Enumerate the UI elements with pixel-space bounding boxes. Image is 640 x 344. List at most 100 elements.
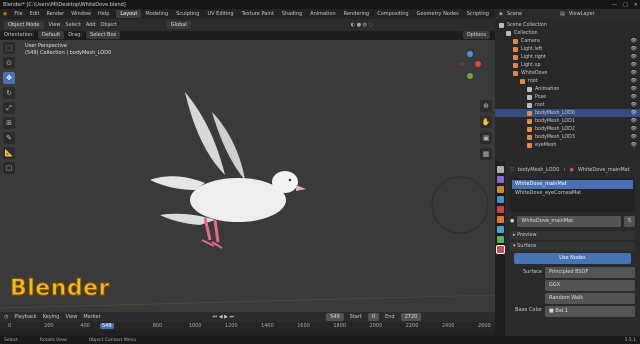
visibility-eye-icon[interactable]: 👁 [631,142,637,148]
menu-render[interactable]: Render [46,11,64,17]
menu-keying[interactable]: Keying [43,314,60,320]
zoom-icon[interactable]: ⊕ [480,100,492,112]
visibility-eye-icon[interactable]: 👁 [631,86,637,92]
outliner-row[interactable]: eyeMesh 👁 [495,141,640,149]
3d-viewport[interactable]: User Perspective (549) Collection | body… [0,40,495,312]
visibility-eye-icon[interactable]: 👁 [631,110,637,116]
world-tab-icon[interactable] [496,206,504,213]
preview-panel[interactable]: ▸ Preview [510,231,635,240]
outliner[interactable]: Scene Collection Collection Camera 👁 Light.l… [495,19,640,162]
outliner-row[interactable]: Scene Collection [495,21,640,29]
maximize-button[interactable]: □ [623,2,628,8]
modifier-tab-icon[interactable] [496,226,504,233]
viewlayer-selector[interactable]: ViewLayer [569,11,595,17]
orientation-dropdown[interactable]: Default [37,31,65,39]
outliner-row[interactable]: bodyMesh_LOD2 👁 [495,125,640,133]
menu-select[interactable]: Select [65,22,80,28]
camera-icon[interactable]: ▣ [480,132,492,144]
options-dropdown[interactable]: Options [462,31,490,39]
material-browse-icon[interactable]: ● [510,217,514,226]
shading-icons[interactable]: ◐ ● ◍ ◌ [351,22,373,28]
close-button[interactable]: ✕ [634,2,638,8]
scale-icon[interactable]: ⤢ [3,102,15,114]
scene-icon[interactable]: ◈ [499,11,503,17]
timeline-editor-icon[interactable]: ◷ [4,314,8,320]
scene-tab-icon[interactable] [496,196,504,203]
use-nodes-button[interactable]: Use Nodes [514,253,631,264]
workspace-tab[interactable]: Geometry Nodes [413,10,463,18]
outliner-row[interactable]: Camera 👁 [495,37,640,45]
workspace-tab[interactable]: Compositing [373,10,412,18]
measure-icon[interactable]: 📐 [3,147,15,159]
visibility-eye-icon[interactable]: 👁 [631,70,637,76]
outliner-row[interactable]: Collection [495,29,640,37]
outliner-row[interactable]: bodyMesh_LOD0 👁 [495,109,640,117]
dove-model[interactable] [150,92,306,249]
transform-orientation[interactable]: Global [166,21,191,29]
outliner-row[interactable]: bodyMesh_LOD3 👁 [495,133,640,141]
add-cube-icon[interactable]: ▢ [3,162,15,174]
outliner-row[interactable]: Animation 👁 [495,85,640,93]
workspace-tab[interactable]: Texture Paint [238,10,278,18]
outliner-row[interactable]: Light.right 👁 [495,53,640,61]
visibility-eye-icon[interactable]: 👁 [631,126,637,132]
object-tab-icon[interactable] [496,216,504,223]
annotate-icon[interactable]: ✎ [3,132,15,144]
transform-icon[interactable]: ⊞ [3,117,15,129]
outliner-row[interactable]: root 👁 [495,77,640,85]
grid-icon[interactable]: ▦ [480,148,492,160]
workspace-tab[interactable]: Rendering [340,10,374,18]
outliner-row[interactable]: Pose 👁 [495,93,640,101]
visibility-eye-icon[interactable]: 👁 [631,62,637,68]
menu-object[interactable]: Object [101,22,117,28]
start-frame-field[interactable]: 0 [367,313,380,321]
menu-playback[interactable]: Playback [14,314,36,320]
visibility-eye-icon[interactable]: 👁 [631,102,637,108]
menu-view[interactable]: View [49,22,61,28]
workspace-tab[interactable]: UV Editing [203,10,237,18]
move-icon[interactable]: ✥ [3,72,15,84]
material-tab-icon[interactable] [495,245,505,254]
surface-panel[interactable]: ▾ Surface [510,242,635,251]
minimize-button[interactable]: — [612,2,617,8]
visibility-eye-icon[interactable]: 👁 [631,78,637,84]
subsurface-method-dropdown[interactable]: Random Walk [545,293,635,304]
cursor-icon[interactable]: ⊙ [3,57,15,69]
output-tab-icon[interactable] [496,186,504,193]
scene-selector[interactable]: Scene [507,11,522,17]
workspace-tab[interactable]: Modeling [141,10,172,18]
visibility-eye-icon[interactable]: 👁 [631,54,637,60]
menu-edit[interactable]: Edit [30,11,40,17]
material-slot-list[interactable]: WhiteDove_mainMat WhiteDove_eyeCorneaMat [510,178,635,212]
menu-window[interactable]: Window [71,11,91,17]
viewlayer-icon[interactable]: ▤ [560,11,565,17]
render-tab-icon[interactable] [496,176,504,183]
blender-logo-icon[interactable]: ◉ [3,11,7,17]
select-icon[interactable]: ⬚ [3,42,15,54]
outliner-row[interactable]: bodyMesh_LOD1 👁 [495,117,640,125]
visibility-eye-icon[interactable]: 👁 [631,134,637,140]
menu-add[interactable]: Add [86,22,96,28]
material-slot-item[interactable]: WhiteDove_mainMat [512,180,633,189]
current-frame-field[interactable]: 549 [326,313,344,321]
visibility-eye-icon[interactable]: 👁 [631,38,637,44]
menu-timeline-view[interactable]: View [65,314,77,320]
outliner-row[interactable]: Light.up 👁 [495,61,640,69]
menu-file[interactable]: File [14,11,22,17]
outliner-row[interactable]: root 👁 [495,101,640,109]
material-name-field[interactable]: WhiteDove_mainMat [517,216,621,227]
workspace-tab[interactable]: Sculpting [172,10,203,18]
distribution-dropdown[interactable]: GGX [545,280,635,291]
play-controls-icon[interactable]: ⏮ ◀ ▶ ⏭ [213,314,234,320]
pan-icon[interactable]: ✋ [480,116,492,128]
menu-help[interactable]: Help [98,11,109,17]
workspace-tab[interactable]: Shading [278,10,306,18]
workspace-tab[interactable]: Animation [306,10,340,18]
workspace-tab[interactable]: Layout [116,10,142,18]
outliner-row[interactable]: Light.left 👁 [495,45,640,53]
end-frame-field[interactable]: 2720 [400,313,422,321]
base-color-field[interactable]: ■ Bal.1 [545,306,635,317]
material-slot-item[interactable]: WhiteDove_eyeCorneaMat [512,189,633,198]
workspace-tab[interactable]: Scripting [463,10,493,18]
visibility-eye-icon[interactable]: 👁 [631,94,637,100]
